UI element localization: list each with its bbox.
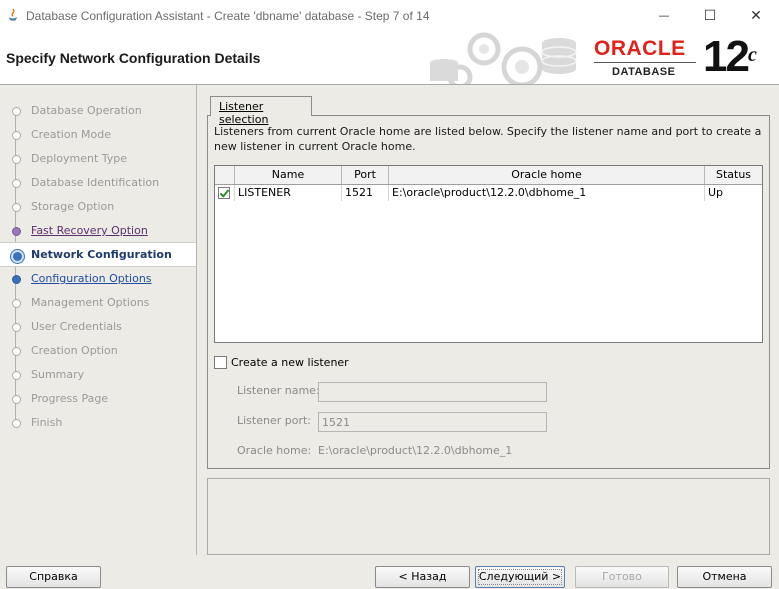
- listener-name-label: Listener name:: [237, 384, 320, 397]
- step-dot-icon: [12, 299, 21, 308]
- listener-table-header: Name Port Oracle home Status: [215, 166, 762, 185]
- listener-description: Listeners from current Oracle home are l…: [214, 125, 762, 153]
- version-number: 12: [703, 32, 750, 81]
- finish-button[interactable]: Готово: [575, 566, 669, 588]
- oracle-brand-text: ORACLE: [594, 37, 686, 60]
- cell-oracle-home: E:\oracle\product\12.2.0\dbhome_1: [389, 185, 705, 201]
- row-select-cell[interactable]: [215, 185, 235, 201]
- maximize-icon: ☐: [703, 7, 717, 24]
- step-network-configuration[interactable]: Network Configuration: [0, 242, 196, 267]
- column-header-name[interactable]: Name: [235, 166, 342, 184]
- column-header-status[interactable]: Status: [705, 166, 762, 184]
- step-fast-recovery-option[interactable]: Fast Recovery Option: [0, 219, 196, 243]
- step-dot-icon: [12, 419, 21, 428]
- page-title: Specify Network Configuration Details: [6, 50, 261, 66]
- listener-name-field[interactable]: [318, 382, 547, 402]
- next-button[interactable]: Следующий >: [475, 566, 565, 588]
- title-bar: Database Configuration Assistant - Creat…: [0, 0, 779, 31]
- minimize-icon: —: [658, 9, 670, 22]
- step-dot-icon: [12, 323, 21, 332]
- step-progress-page: Progress Page: [0, 387, 196, 411]
- version-badge: 12c: [703, 33, 757, 81]
- close-icon: ✕: [750, 7, 762, 24]
- step-dot-icon: [12, 107, 21, 116]
- cell-port: 1521: [342, 185, 389, 201]
- java-app-icon: [9, 8, 17, 21]
- oracle-logo: ORACLE DATABASE: [594, 38, 698, 78]
- create-new-listener-checkbox[interactable]: [214, 356, 227, 369]
- listener-port-label: Listener port:: [237, 414, 312, 427]
- step-creation-option: Creation Option: [0, 339, 196, 363]
- column-header-port[interactable]: Port: [342, 166, 389, 184]
- step-database-identification: Database Identification: [0, 171, 196, 195]
- column-header-select: [215, 166, 235, 184]
- listener-port-field[interactable]: 1521: [318, 412, 547, 432]
- oracle-home-label: Oracle home:: [237, 444, 312, 457]
- version-suffix: c: [747, 44, 757, 66]
- column-header-oracle-home[interactable]: Oracle home: [389, 166, 705, 184]
- step-dot-icon: [12, 395, 21, 404]
- gears-decoration-icon: [430, 32, 577, 84]
- logo-divider: [594, 62, 696, 63]
- step-current-icon: [11, 250, 24, 263]
- step-user-credentials: User Credentials: [0, 315, 196, 339]
- help-button[interactable]: Справка: [6, 566, 101, 588]
- step-dot-icon: [12, 131, 21, 140]
- step-deployment-type: Deployment Type: [0, 147, 196, 171]
- step-dot-icon: [12, 371, 21, 380]
- minimize-button[interactable]: —: [641, 0, 687, 31]
- next-button-label: Следующий >: [478, 570, 562, 583]
- oracle-database-text: DATABASE: [612, 66, 676, 78]
- maximize-button[interactable]: ☐: [687, 0, 733, 31]
- step-storage-option: Storage Option: [0, 195, 196, 219]
- step-dot-icon: [12, 203, 21, 212]
- step-dot-icon: [12, 227, 21, 236]
- page-header: Specify Network Configuration Details OR…: [0, 31, 779, 85]
- cancel-button[interactable]: Отмена: [677, 566, 772, 588]
- cell-status: Up: [708, 186, 724, 199]
- listener-table[interactable]: Name Port Oracle home Status LISTENER 15…: [214, 165, 763, 343]
- step-dot-icon: [12, 275, 21, 284]
- steps-sidebar: Database Operation Creation Mode Deploym…: [0, 85, 197, 555]
- tab-listener-selection[interactable]: Listener selection: [210, 96, 312, 126]
- step-summary: Summary: [0, 363, 196, 387]
- step-database-operation: Database Operation: [0, 99, 196, 123]
- messages-panel: [207, 478, 770, 555]
- create-new-listener-label: Create a new listener: [231, 356, 349, 369]
- step-management-options: Management Options: [0, 291, 196, 315]
- close-button[interactable]: ✕: [733, 0, 779, 31]
- oracle-home-value: E:\oracle\product\12.2.0\dbhome_1: [318, 444, 513, 457]
- row-checkbox[interactable]: [218, 187, 230, 199]
- step-finish: Finish: [0, 411, 196, 435]
- step-dot-icon: [12, 179, 21, 188]
- step-dot-icon: [12, 347, 21, 356]
- back-button[interactable]: < Назад: [375, 566, 470, 588]
- step-configuration-options[interactable]: Configuration Options: [0, 267, 196, 291]
- step-dot-icon: [12, 155, 21, 164]
- step-creation-mode: Creation Mode: [0, 123, 196, 147]
- window-title: Database Configuration Assistant - Creat…: [26, 9, 430, 23]
- cell-name: LISTENER: [235, 185, 342, 201]
